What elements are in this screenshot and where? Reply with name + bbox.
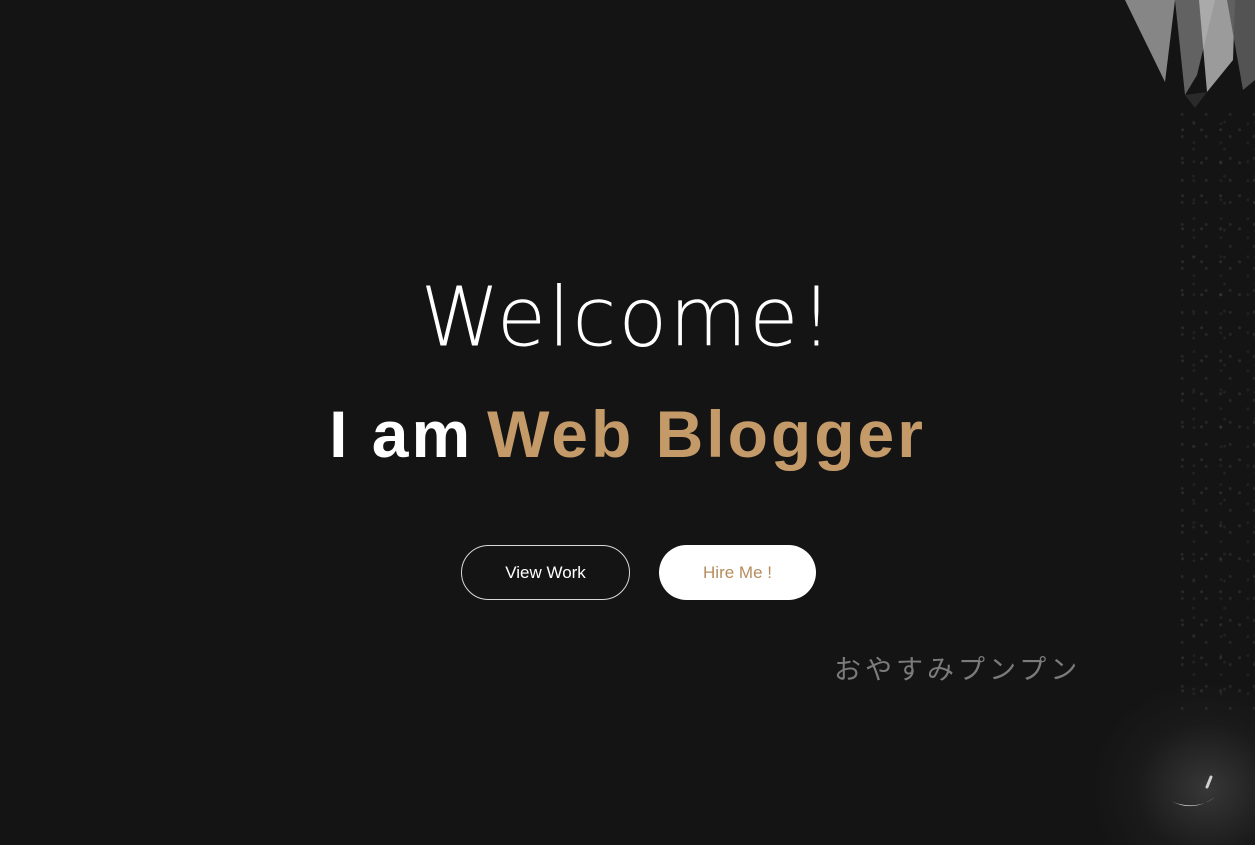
crescent-moon-icon: [1171, 775, 1215, 807]
role-prefix: I am: [329, 397, 474, 471]
hire-me-button[interactable]: Hire Me !: [659, 545, 816, 600]
welcome-heading: Welcome!: [420, 270, 835, 365]
hero-section: おやすみプンプン Welcome! I am Web Blogger View W…: [0, 0, 1255, 845]
role-highlight: Web Blogger: [487, 397, 926, 471]
background-japanese-text: おやすみプンプン: [834, 655, 1082, 686]
role-heading: I am Web Blogger: [0, 398, 1255, 471]
background-art-top: [1125, 0, 1255, 108]
background-glow: [1095, 685, 1255, 845]
view-work-button[interactable]: View Work: [461, 545, 630, 600]
